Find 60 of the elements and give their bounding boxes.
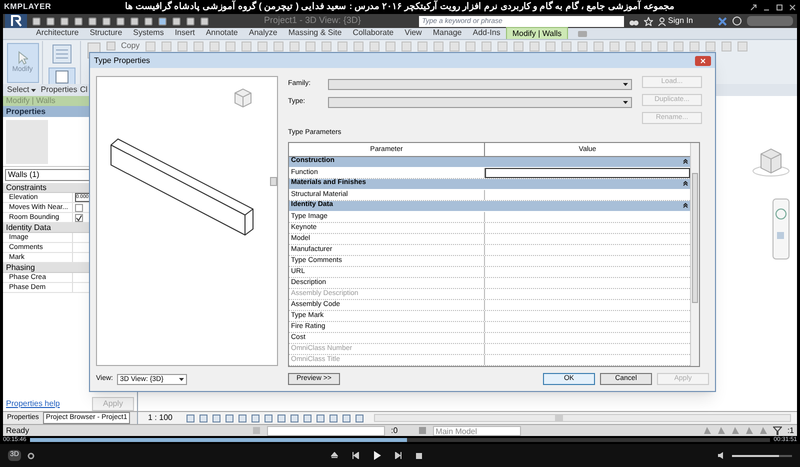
dropdown-arrow-icon [179,378,184,381]
stop-icon[interactable] [416,452,422,458]
ribbon-tab[interactable]: Collaborate [348,27,399,39]
panel-label: Select [6,84,30,96]
app-logo-icon[interactable] [5,14,27,28]
dialog-title: Type Properties [94,54,152,66]
model-dropdown[interactable]: Main Model [432,426,521,436]
ribbon-tab[interactable]: Insert [170,27,200,39]
sign-in-button[interactable]: Sign In [658,15,693,27]
speaker-icon[interactable] [718,452,726,459]
checkbox[interactable] [75,204,83,212]
ribbon-tab[interactable]: Annotate [200,27,243,39]
window-title: Project1 - 3D View: {3D} [264,14,362,28]
video-title: مجموعه آموزشی جامع ، گام به گام و کاربردی نرم افزار رویت آرکیتکچر ۲۰۱۶ مدرس : سعید فدایی ( تیچرمن ) گروه آموزشی پادشاه گرافیست ها [124,0,676,14]
scroll-bar[interactable] [690,142,699,366]
properties-toggle-icon[interactable] [48,67,76,87]
ribbon-tab[interactable]: Analyze [244,27,282,39]
panel-label: Cl [79,84,88,96]
play-icon[interactable] [372,451,381,460]
close-icon[interactable] [695,56,711,66]
previous-icon[interactable] [352,452,359,459]
copy-label: Copy [121,41,140,50]
filter-icon[interactable] [773,426,782,435]
type-image [6,120,48,164]
app-name: KMPLAYER [4,1,52,13]
dropdown-arrow-icon [623,100,628,104]
eject-icon[interactable] [330,452,338,459]
ribbon-tab[interactable]: Manage [428,27,467,39]
selector-value: Walls (1) [8,169,40,181]
collapse-icon[interactable] [683,203,688,208]
ribbon-tab[interactable]: View [400,27,427,39]
panel-label: Properties [40,84,78,96]
ribbon-tab[interactable]: Structure [84,27,128,39]
cursor-icon [18,50,28,65]
collapse-icon[interactable] [683,159,688,164]
dropdown-arrow-icon [623,82,628,86]
selection-count: :0 [391,424,398,436]
value-field[interactable] [485,168,690,178]
star-icon[interactable] [644,16,653,26]
ribbon-tab[interactable]: Systems [128,27,169,39]
ribbon-tab[interactable]: Massing & Site [283,27,347,39]
scale-label: 1 : 100 [147,412,174,424]
dropdown-field[interactable] [328,78,632,90]
close-icon[interactable] [789,4,796,10]
checkbox[interactable] [75,214,83,222]
ribbon-tab[interactable]: Modify | Walls [506,27,568,39]
check-icon [76,214,82,220]
caret-icon[interactable] [31,89,36,92]
scroll-thumb[interactable] [270,177,276,186]
ribbon-tab[interactable]: Architecture [31,27,84,39]
user-icon [658,16,666,26]
help-link[interactable]: Properties help [6,398,60,410]
filter-count: :1 [787,424,794,436]
dropdown-field[interactable] [328,96,632,108]
pin-icon[interactable] [750,4,757,10]
ribbon-tab[interactable]: Add-Ins [468,27,506,39]
maximize-icon[interactable] [776,4,783,10]
next-icon[interactable] [394,452,402,459]
collapse-icon[interactable] [683,181,688,186]
status-text: Ready [6,424,30,436]
